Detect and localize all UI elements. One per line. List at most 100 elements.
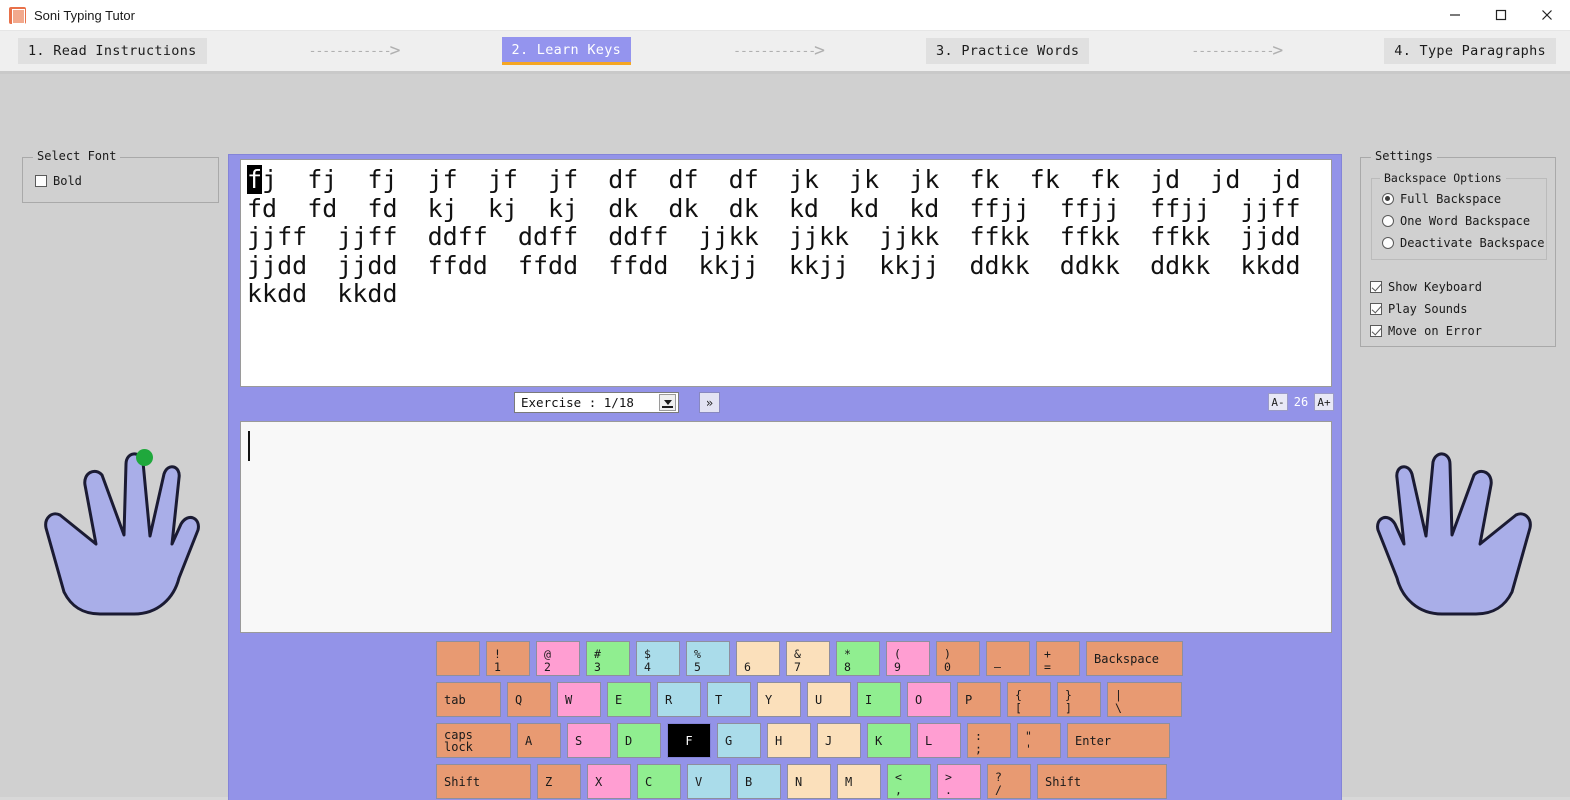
next-exercise-button[interactable]: » (699, 392, 720, 413)
key-comma[interactable]: <, (887, 764, 931, 799)
right-hand-illustration (1376, 452, 1532, 616)
step-tab-type-paragraphs[interactable]: 4. Type Paragraphs (1384, 38, 1556, 64)
key-6[interactable]: 6 (736, 641, 780, 676)
key-e[interactable]: E (607, 682, 651, 717)
key-equals-shift-label: + (1044, 647, 1051, 661)
radio-one-word-backspace[interactable]: One Word Backspace (1382, 214, 1530, 228)
key-l[interactable]: L (917, 723, 961, 758)
checkbox-show-keyboard[interactable]: Show Keyboard (1370, 280, 1482, 294)
key-2[interactable]: @2 (536, 641, 580, 676)
typing-input[interactable] (240, 421, 1332, 633)
key-bracket-right[interactable]: }] (1057, 682, 1101, 717)
key-4-label: 4 (644, 660, 651, 674)
font-decrease-button[interactable]: A- (1268, 393, 1288, 411)
checkbox-move-on-error-control[interactable] (1370, 325, 1382, 337)
key-0[interactable]: ) 0 (936, 641, 980, 676)
bold-checkbox-row[interactable]: Bold (35, 174, 82, 188)
font-increase-button[interactable]: A+ (1314, 393, 1334, 411)
key-i-label: I (865, 692, 873, 707)
key-semicolon-shift-label: : (975, 729, 982, 743)
key-equals-label: = (1044, 660, 1051, 674)
key-v[interactable]: V (687, 764, 731, 799)
key-n[interactable]: N (787, 764, 831, 799)
key-bracket-right-shift-label: } (1065, 688, 1072, 702)
key-slash[interactable]: ? / (987, 764, 1031, 799)
key-t[interactable]: T (707, 682, 751, 717)
step-arrow-2: ------------ > (733, 40, 825, 61)
key-caps-lock[interactable]: caps lock (436, 723, 511, 758)
key-3[interactable]: #3 (586, 641, 630, 676)
key-equals[interactable]: + = (1036, 641, 1080, 676)
minimize-icon[interactable] (1432, 0, 1478, 31)
radio-deactivate-backspace-control[interactable] (1382, 237, 1394, 249)
bold-checkbox[interactable] (35, 175, 47, 187)
key-q[interactable]: Q (507, 682, 551, 717)
radio-full-backspace[interactable]: Full Backspace (1382, 192, 1501, 206)
key-7[interactable]: & 7 (786, 641, 830, 676)
key-d[interactable]: D (617, 723, 661, 758)
key-minus[interactable]: – (986, 641, 1030, 676)
key-shift-left[interactable]: Shift (436, 764, 531, 799)
key-8-shift-label: * (844, 647, 851, 661)
key-z[interactable]: Z (537, 764, 581, 799)
key-y-label: Y (765, 692, 773, 707)
key-f[interactable]: F (667, 723, 711, 758)
key-backtick[interactable] (436, 641, 480, 676)
radio-one-word-backspace-control[interactable] (1382, 215, 1394, 227)
step-tab-learn-keys[interactable]: 2. Learn Keys (501, 37, 632, 65)
key-j[interactable]: J (817, 723, 861, 758)
exercise-select[interactable]: Exercise : 1/18 (514, 392, 679, 413)
key-semicolon[interactable]: :; (967, 723, 1011, 758)
key-5[interactable]: % 5 (686, 641, 730, 676)
key-m[interactable]: M (837, 764, 881, 799)
key-shift-right[interactable]: Shift (1037, 764, 1167, 799)
key-x[interactable]: X (587, 764, 631, 799)
key-enter[interactable]: Enter (1067, 723, 1170, 758)
key-n-label: N (795, 774, 803, 789)
key-s[interactable]: S (567, 723, 611, 758)
key-shift-right-label: Shift (1045, 774, 1082, 789)
key-c[interactable]: C (637, 764, 681, 799)
step-tab-practice-words[interactable]: 3. Practice Words (926, 38, 1090, 64)
key-5-label: 5 (694, 660, 701, 674)
key-i[interactable]: I (857, 682, 901, 717)
checkbox-move-on-error[interactable]: Move on Error (1370, 324, 1482, 338)
key-backslash[interactable]: | \ (1107, 682, 1182, 717)
key-1[interactable]: ! 1 (486, 641, 530, 676)
key-a[interactable]: A (517, 723, 561, 758)
checkbox-play-sounds[interactable]: Play Sounds (1370, 302, 1467, 316)
key-y[interactable]: Y (757, 682, 801, 717)
checkbox-show-keyboard-control[interactable] (1370, 281, 1382, 293)
key-quote[interactable]: " ' (1017, 723, 1061, 758)
key-j-label: J (825, 733, 833, 748)
key-k[interactable]: K (867, 723, 911, 758)
key-backspace[interactable]: Backspace (1086, 641, 1183, 676)
key-tab[interactable]: tab (436, 682, 501, 717)
key-p[interactable]: P (957, 682, 1001, 717)
key-9[interactable]: (9 (886, 641, 930, 676)
key-semicolon-label: ; (975, 742, 982, 756)
key-8[interactable]: * 8 (836, 641, 880, 676)
key-4[interactable]: $4 (636, 641, 680, 676)
checkbox-play-sounds-control[interactable] (1370, 303, 1382, 315)
key-g[interactable]: G (717, 723, 761, 758)
key-b[interactable]: B (737, 764, 781, 799)
key-h[interactable]: H (767, 723, 811, 758)
radio-full-backspace-control[interactable] (1382, 193, 1394, 205)
key-u[interactable]: U (807, 682, 851, 717)
key-w[interactable]: W (557, 682, 601, 717)
key-bracket-left-shift-label: { (1015, 688, 1022, 702)
key-r[interactable]: R (657, 682, 701, 717)
key-3-shift-label: # (594, 647, 601, 661)
key-period-label: . (945, 783, 952, 797)
step-tab-read-instructions[interactable]: 1. Read Instructions (18, 38, 207, 64)
chevron-down-icon[interactable] (659, 394, 676, 411)
maximize-icon[interactable] (1478, 0, 1524, 31)
key-o[interactable]: O (907, 682, 951, 717)
radio-deactivate-backspace[interactable]: Deactivate Backspace (1382, 236, 1545, 250)
select-font-legend: Select Font (33, 149, 121, 163)
key-quote-shift-label: " (1025, 729, 1032, 743)
key-period[interactable]: >. (937, 764, 981, 799)
key-bracket-left[interactable]: {[ (1007, 682, 1051, 717)
close-icon[interactable] (1524, 0, 1570, 31)
